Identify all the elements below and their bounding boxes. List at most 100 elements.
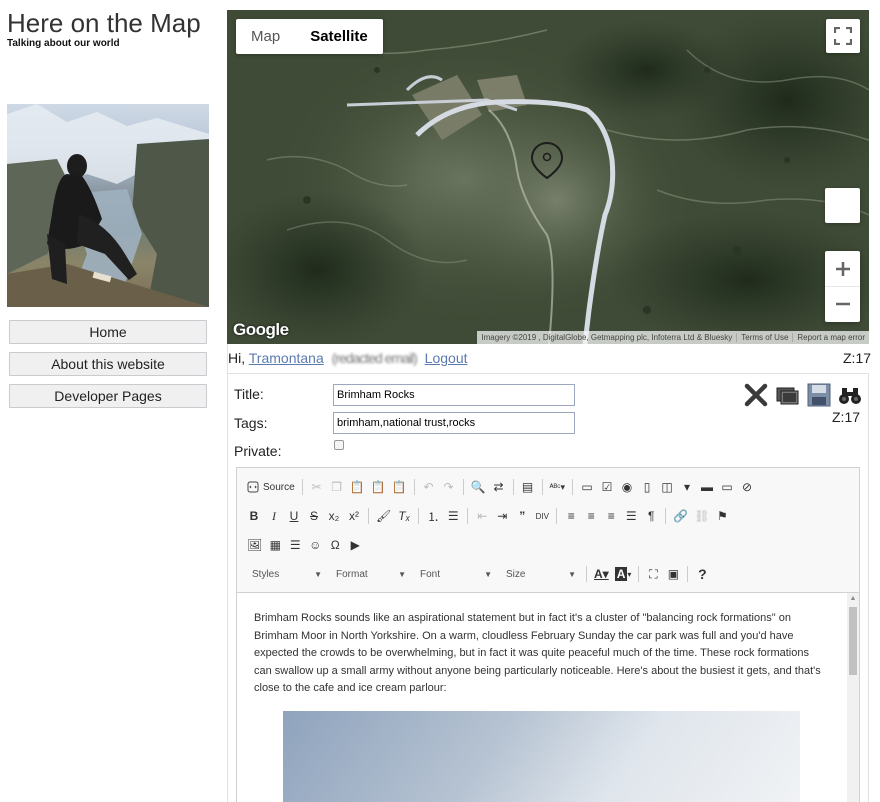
cut-button[interactable]: ✂	[307, 476, 327, 498]
undo-button[interactable]: ↶	[419, 476, 439, 498]
fullscreen-button[interactable]	[826, 19, 860, 53]
numbered-list-button[interactable]: ⒈	[423, 505, 443, 527]
tags-input[interactable]	[333, 412, 575, 434]
terms-of-use-link[interactable]: Terms of Use	[736, 333, 792, 342]
align-left-button[interactable]: ≡	[561, 505, 581, 527]
paste-text-button[interactable]: 📋	[368, 476, 389, 498]
scroll-up-arrow-icon[interactable]: ▲	[849, 595, 857, 603]
copy-button[interactable]: ❐	[327, 476, 347, 498]
private-checkbox[interactable]	[334, 440, 344, 450]
editor-content-area[interactable]: Brimham Rocks sounds like an aspirationa…	[237, 592, 859, 802]
post-body-text[interactable]: Brimham Rocks sounds like an aspirationa…	[254, 610, 826, 698]
hidden-field-button[interactable]: ⊘	[737, 476, 757, 498]
form-icon: ▭	[581, 480, 593, 494]
underline-button[interactable]: U	[284, 505, 304, 527]
outdent-button[interactable]: ⇤	[472, 505, 492, 527]
title-input[interactable]	[333, 384, 575, 406]
textfield-button[interactable]: ▯	[637, 476, 657, 498]
indent-icon: ⇥	[497, 509, 508, 523]
nav-developer-pages[interactable]: Developer Pages	[9, 384, 207, 408]
special-char-button[interactable]: Ω	[325, 534, 345, 556]
spellcheck-button[interactable]: ᴬᴮᶜ▾	[547, 476, 569, 498]
toolbar-separator	[665, 508, 667, 524]
horizontal-line-button[interactable]: ☰	[285, 534, 305, 556]
site-tagline: Talking about our world	[7, 38, 120, 49]
embedded-photo[interactable]	[283, 711, 800, 802]
background-color-button[interactable]: A ▾	[612, 563, 635, 585]
satellite-imagery	[227, 10, 869, 344]
nav-about[interactable]: About this website	[9, 352, 207, 376]
redo-button[interactable]: ↷	[439, 476, 459, 498]
map-type-map-button[interactable]: Map	[236, 19, 295, 54]
map-type-satellite-button[interactable]: Satellite	[295, 19, 383, 54]
find-button[interactable]: 🔍	[468, 476, 489, 498]
imagery-credit: Imagery ©2019 , DigitalGlobe, Getmapping…	[481, 333, 733, 342]
copy-formatting-button[interactable]: 🖌	[373, 505, 394, 527]
image-button-button[interactable]: ▭	[717, 476, 737, 498]
subscript-button[interactable]: x₂	[324, 505, 344, 527]
background-color-icon: A	[614, 567, 628, 581]
indent-button[interactable]: ⇥	[492, 505, 512, 527]
textarea-icon: ◫	[661, 480, 673, 494]
scrollbar-thumb[interactable]	[849, 607, 857, 675]
quote-icon: ”	[519, 509, 526, 523]
paste-button[interactable]: 📋	[347, 476, 368, 498]
paste-icon: 📋	[349, 480, 365, 494]
zoom-in-button[interactable]	[825, 252, 860, 287]
replace-button[interactable]: ⇄	[489, 476, 509, 498]
anchor-button[interactable]: ⚑	[712, 505, 732, 527]
select-all-button[interactable]: ▤	[518, 476, 538, 498]
maximize-button[interactable]: ⛶	[643, 563, 663, 585]
bulleted-list-button[interactable]: ☰	[443, 505, 463, 527]
link-button[interactable]: 🔗	[670, 505, 691, 527]
site-title: Here on the Map	[7, 8, 201, 38]
select-field-button[interactable]: ▾	[677, 476, 697, 498]
format-combo[interactable]: Format ▼	[328, 563, 412, 585]
show-blocks-button[interactable]: ▣	[663, 563, 683, 585]
remove-format-button[interactable]: Tₓ	[394, 505, 414, 527]
bold-icon: B	[249, 509, 259, 523]
youtube-button[interactable]: ▶	[345, 534, 365, 556]
bold-button[interactable]: B	[244, 505, 264, 527]
redo-icon: ↷	[443, 480, 454, 494]
help-button[interactable]: ?	[692, 563, 712, 585]
radio-button[interactable]: ◉	[617, 476, 637, 498]
paste-word-button[interactable]: 📋	[389, 476, 410, 498]
editor-scrollbar[interactable]: ▲	[847, 593, 859, 802]
table-button[interactable]: ▦	[265, 534, 285, 556]
styles-combo[interactable]: Styles ▼	[244, 563, 328, 585]
pegman-button[interactable]	[825, 188, 860, 223]
italic-button[interactable]: I	[264, 505, 284, 527]
undo-icon: ↶	[423, 480, 434, 494]
strikethrough-button[interactable]: S	[304, 505, 324, 527]
logout-link[interactable]: Logout	[425, 350, 468, 366]
create-div-button[interactable]: DIV	[532, 505, 552, 527]
checkbox-button[interactable]: ☑	[597, 476, 617, 498]
size-combo[interactable]: Size ▼	[498, 563, 582, 585]
smiley-button[interactable]: ☺	[305, 534, 325, 556]
textarea-button[interactable]: ◫	[657, 476, 677, 498]
button-button[interactable]: ▬	[697, 476, 717, 498]
form-button[interactable]: ▭	[577, 476, 597, 498]
source-button[interactable]: Source	[244, 476, 298, 498]
username-link[interactable]: Tramontana	[249, 350, 324, 366]
report-map-error-link[interactable]: Report a map error	[792, 333, 869, 342]
satellite-map[interactable]: Map Satellite Google Imagery ©2019 , Dig…	[227, 10, 869, 344]
align-right-button[interactable]: ≡	[601, 505, 621, 527]
justify-button[interactable]: ☰	[621, 505, 641, 527]
unlink-button[interactable]: ⛓	[691, 505, 712, 527]
zoom-out-button[interactable]	[825, 287, 860, 322]
nav-home[interactable]: Home	[9, 320, 207, 344]
image-button[interactable]: 🖼	[244, 534, 265, 556]
gallery-icon[interactable]	[776, 383, 800, 407]
align-center-button[interactable]: ≡	[581, 505, 601, 527]
text-color-button[interactable]: A▾	[591, 563, 612, 585]
plus-icon	[835, 261, 850, 276]
save-icon[interactable]	[807, 383, 831, 407]
text-direction-button[interactable]: ¶	[641, 505, 661, 527]
delete-icon[interactable]	[744, 383, 768, 407]
binoculars-icon[interactable]	[838, 383, 862, 407]
font-combo[interactable]: Font ▼	[412, 563, 498, 585]
blockquote-button[interactable]: ”	[512, 505, 532, 527]
superscript-button[interactable]: x²	[344, 505, 364, 527]
